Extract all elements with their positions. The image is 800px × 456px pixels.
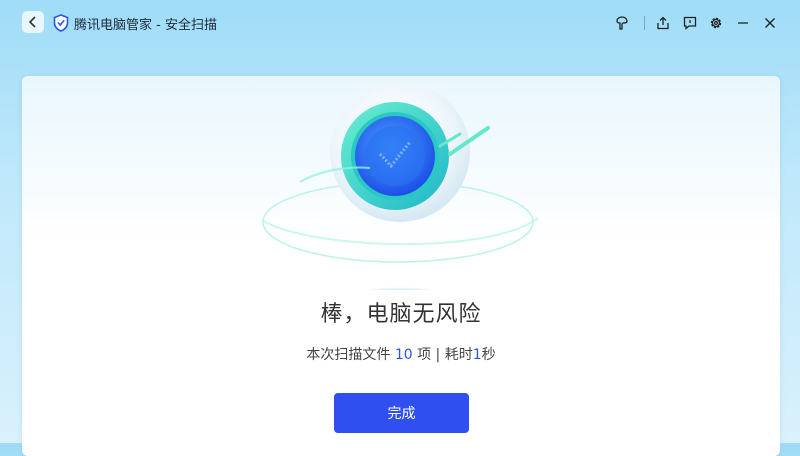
chevron-left-icon [28,16,36,28]
scan-summary: 本次扫描文件 10 项 | 耗时1秒 [22,344,780,364]
summary-suffix: 秒 [481,347,496,363]
security-shield-illustration [261,82,539,290]
scan-result-headline: 棒，电脑无风险 [320,302,482,327]
back-button[interactable] [22,11,44,33]
title-bar: 腾讯电脑管家 - 安全扫描 [0,0,800,46]
summary-middle: 项 | 耗时 [412,347,473,363]
minimize-button[interactable] [734,14,752,32]
page-name: 安全扫描 [164,18,217,33]
share-icon [657,16,669,30]
close-button[interactable] [761,14,779,32]
share-button[interactable] [654,14,672,32]
title-separator: - [152,18,165,33]
skin-icon [616,16,628,30]
skin-button[interactable] [613,14,631,32]
scanned-file-count: 10 [394,347,413,363]
settings-icon [710,17,722,29]
minimize-icon [738,22,748,24]
done-button[interactable]: 完成 [334,393,469,433]
settings-button[interactable] [707,14,725,32]
scan-duration: 1 [472,347,482,363]
toolbar-divider [644,16,645,30]
window-title: 腾讯电脑管家 - 安全扫描 [74,14,217,33]
summary-prefix: 本次扫描文件 [306,347,395,363]
feedback-icon [683,16,697,30]
tencent-shield-logo-icon [53,14,69,32]
scan-result-panel: 棒，电脑无风险 本次扫描文件 10 项 | 耗时1秒 完成 [22,76,780,456]
feedback-button[interactable] [681,14,699,32]
app-name: 腾讯电脑管家 [74,18,153,33]
close-icon [765,18,775,28]
